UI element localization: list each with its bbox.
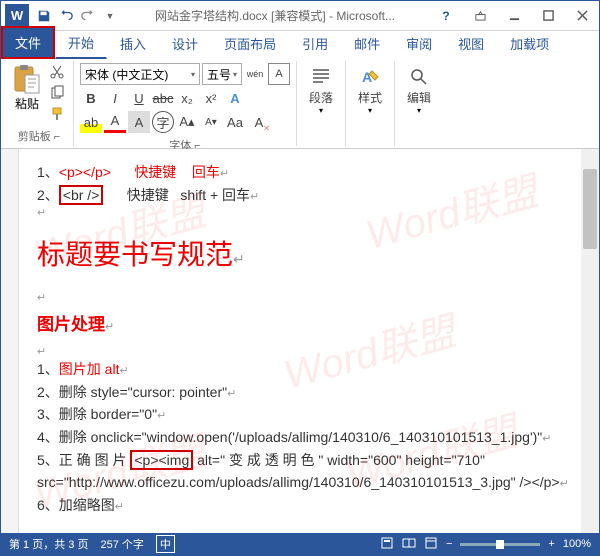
doc-line: 3、删除 border="0"↵ bbox=[37, 403, 563, 426]
scroll-thumb[interactable] bbox=[583, 169, 597, 249]
bold-button[interactable]: B bbox=[80, 87, 102, 109]
group-editing: 编辑▾ bbox=[395, 61, 443, 146]
clear-format-button[interactable]: A✕ bbox=[248, 111, 270, 133]
close-icon[interactable] bbox=[565, 5, 599, 27]
qa-save-icon[interactable] bbox=[33, 5, 55, 27]
status-language[interactable]: 中 bbox=[156, 535, 175, 553]
styles-button[interactable]: A 样式▾ bbox=[352, 63, 388, 117]
group-font: 宋体 (中文正文)▾ 五号▾ wén A B I U abc x₂ x² A a… bbox=[74, 61, 297, 146]
paste-button[interactable]: 粘贴 bbox=[11, 63, 43, 123]
zoom-out-icon[interactable]: − bbox=[446, 538, 452, 550]
tab-design[interactable]: 设计 bbox=[159, 28, 211, 59]
qa-undo-icon[interactable] bbox=[55, 5, 77, 27]
maximize-icon[interactable] bbox=[531, 5, 565, 27]
svg-text:A: A bbox=[362, 69, 372, 85]
tab-review[interactable]: 审阅 bbox=[393, 28, 445, 59]
grow-font-button[interactable]: A▴ bbox=[176, 111, 198, 133]
enclose-char-button[interactable]: 字 bbox=[152, 111, 174, 133]
cut-icon[interactable] bbox=[47, 63, 67, 81]
ribbon: 粘贴 剪贴板 ⌐ 宋体 (中文正文)▾ 五号▾ wén A B I U abc … bbox=[1, 59, 599, 149]
tab-view[interactable]: 视图 bbox=[445, 28, 497, 59]
doc-line: 2、<br /> 快捷键 shift + 回车↵ bbox=[37, 184, 563, 207]
subscript-button[interactable]: x₂ bbox=[176, 87, 198, 109]
app-icon: W bbox=[5, 4, 29, 28]
document-body[interactable]: 1、<p></p> 快捷键 回车↵ 2、<br /> 快捷键 shift + 回… bbox=[19, 149, 581, 533]
font-name-combo[interactable]: 宋体 (中文正文)▾ bbox=[80, 63, 200, 85]
tab-insert[interactable]: 插入 bbox=[107, 28, 159, 59]
paste-icon bbox=[11, 63, 43, 95]
tab-file[interactable]: 文件 bbox=[1, 26, 55, 59]
text-effects-button[interactable]: A bbox=[224, 87, 246, 109]
tab-layout[interactable]: 页面布局 bbox=[211, 28, 289, 59]
doc-line: 4、删除 onclick="window.open('/uploads/alli… bbox=[37, 426, 563, 449]
view-read-icon[interactable] bbox=[402, 536, 416, 553]
format-painter-icon[interactable] bbox=[47, 105, 67, 123]
ribbon-tabs: 文件 开始 插入 设计 页面布局 引用 邮件 审阅 视图 加载项 bbox=[1, 31, 599, 59]
zoom-slider[interactable] bbox=[460, 543, 540, 546]
change-case-button[interactable]: Aa bbox=[224, 111, 246, 133]
status-page[interactable]: 第 1 页，共 3 页 bbox=[9, 536, 88, 552]
chevron-down-icon: ▾ bbox=[233, 70, 237, 79]
paragraph-icon bbox=[309, 65, 333, 89]
shrink-font-button[interactable]: A▾ bbox=[200, 111, 222, 133]
view-print-icon[interactable] bbox=[380, 536, 394, 553]
char-shading-button[interactable]: A bbox=[128, 111, 150, 133]
view-web-icon[interactable] bbox=[424, 536, 438, 553]
doc-line: 5、正 确 图 片 <p><img alt=" 变 成 透 明 色 " widt… bbox=[37, 449, 563, 471]
tab-references[interactable]: 引用 bbox=[289, 28, 341, 59]
status-bar: 第 1 页，共 3 页 257 个字 中 − + 100% bbox=[1, 533, 599, 555]
para-mark: ↵ bbox=[37, 345, 563, 358]
ruler-vertical[interactable] bbox=[1, 149, 19, 533]
zoom-in-icon[interactable]: + bbox=[548, 538, 554, 550]
qa-dropdown-icon[interactable]: ▼ bbox=[99, 5, 121, 27]
doc-line: 6、加缩略图↵ bbox=[37, 494, 563, 517]
qa-redo-icon[interactable] bbox=[77, 5, 99, 27]
scrollbar-vertical[interactable] bbox=[581, 149, 599, 533]
find-icon bbox=[407, 65, 431, 89]
doc-line: 2、删除 style="cursor: pointer"↵ bbox=[37, 381, 563, 404]
phonetic-guide-button[interactable]: wén bbox=[244, 63, 266, 85]
doc-line: 1、图片加 alt↵ bbox=[37, 358, 563, 381]
zoom-level[interactable]: 100% bbox=[563, 538, 591, 550]
group-clipboard: 粘贴 剪贴板 ⌐ bbox=[5, 61, 74, 146]
minimize-icon[interactable] bbox=[497, 5, 531, 27]
ribbon-options-icon[interactable] bbox=[463, 5, 497, 27]
doc-heading: 标题要书写规范↵ bbox=[37, 233, 563, 273]
underline-button[interactable]: U bbox=[128, 87, 150, 109]
help-icon[interactable]: ? bbox=[429, 5, 463, 27]
document-title: 网站金字塔结构.docx [兼容模式] - Microsoft... bbox=[121, 7, 429, 24]
tab-home[interactable]: 开始 bbox=[55, 27, 107, 59]
editing-button[interactable]: 编辑▾ bbox=[401, 63, 437, 117]
clipboard-group-label: 剪贴板 ⌐ bbox=[18, 128, 60, 144]
font-size-combo[interactable]: 五号▾ bbox=[202, 63, 242, 85]
chevron-down-icon: ▾ bbox=[191, 70, 195, 79]
group-styles: A 样式▾ bbox=[346, 61, 395, 146]
status-word-count[interactable]: 257 个字 bbox=[100, 536, 143, 552]
paste-label: 粘贴 bbox=[15, 95, 39, 112]
highlight-button[interactable]: ab bbox=[80, 111, 102, 133]
tab-mailings[interactable]: 邮件 bbox=[341, 28, 393, 59]
superscript-button[interactable]: x² bbox=[200, 87, 222, 109]
char-border-button[interactable]: A bbox=[268, 63, 290, 85]
copy-icon[interactable] bbox=[47, 84, 67, 102]
tab-addins[interactable]: 加载项 bbox=[497, 28, 562, 59]
doc-line: 1、<p></p> 快捷键 回车↵ bbox=[37, 161, 563, 184]
paragraph-button[interactable]: 段落▾ bbox=[303, 63, 339, 117]
styles-icon: A bbox=[358, 65, 382, 89]
italic-button[interactable]: I bbox=[104, 87, 126, 109]
strikethrough-button[interactable]: abc bbox=[152, 87, 174, 109]
group-paragraph: 段落▾ bbox=[297, 61, 346, 146]
font-color-button[interactable]: A bbox=[104, 111, 126, 133]
doc-line: src="http://www.officezu.com/uploads/all… bbox=[37, 471, 563, 494]
doc-subheading: 图片处理↵ bbox=[37, 310, 563, 335]
para-mark: ↵ bbox=[37, 206, 563, 219]
para-mark: ↵ bbox=[37, 291, 563, 304]
